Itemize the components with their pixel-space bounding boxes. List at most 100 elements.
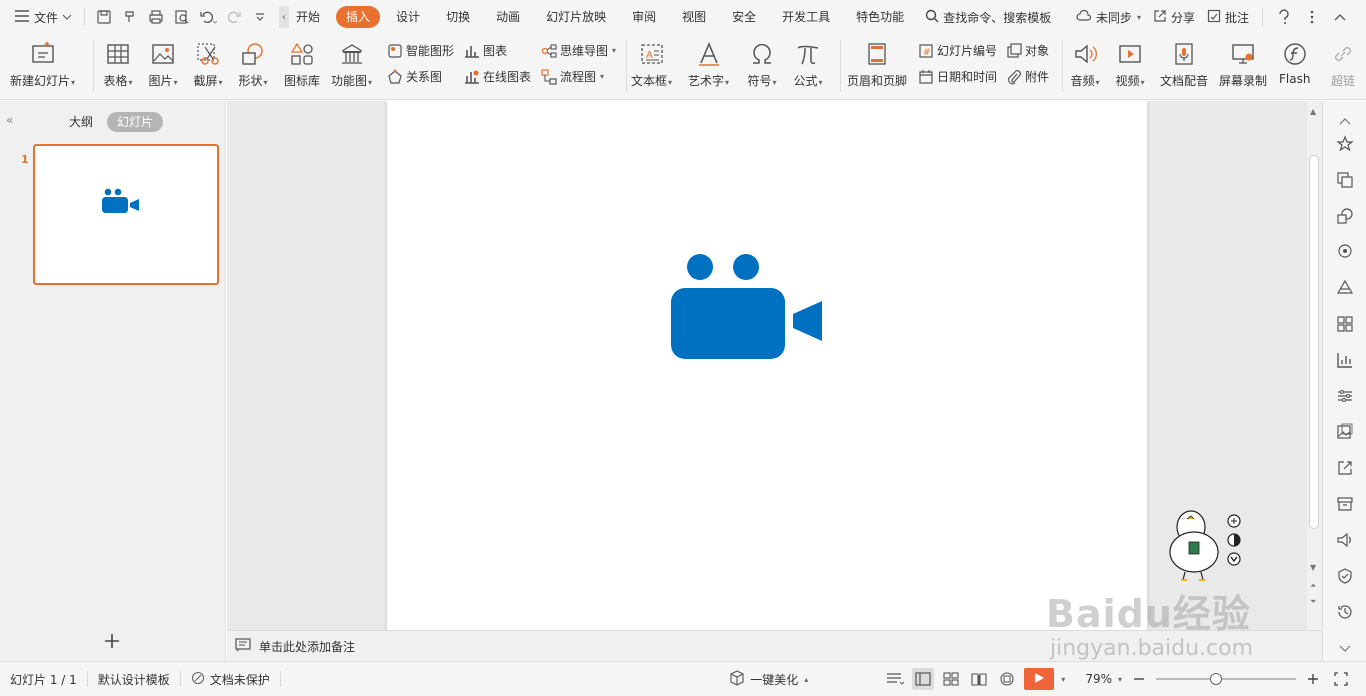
slide-library-icon[interactable] [1335,170,1355,190]
hyperlink-button[interactable]: 超链 [1328,39,1358,89]
file-menu[interactable]: 文件 [0,0,78,34]
image-icon[interactable] [1335,422,1355,442]
scroll-up-icon[interactable] [1335,111,1355,131]
scroll-up-icon[interactable]: ▲ [1310,107,1316,116]
help-icon[interactable] [1272,5,1296,29]
date-time-button[interactable]: 日期和时间 [918,68,997,85]
tab-scroll-left-icon[interactable]: ‹ [279,6,290,28]
vertical-scrollbar[interactable]: ▲ ▼ ⏶ ⏷ [1307,101,1322,630]
tab-animations[interactable]: 动画 [486,6,530,28]
tab-review[interactable]: 审阅 [622,6,666,28]
header-footer-button[interactable]: 页眉和页脚 [847,39,907,89]
slide[interactable] [387,101,1147,630]
video-button[interactable]: 视频▾ [1115,39,1145,89]
slide-sorter-icon[interactable] [940,668,962,690]
design-icon[interactable] [1335,278,1355,298]
tab-developer[interactable]: 开发工具 [772,6,840,28]
screenshot-button[interactable]: 截屏▾ [193,39,223,89]
one-click-beautify-button[interactable]: 一键美化 ▴ [719,669,818,689]
zoom-level[interactable]: 79% ▾ [1085,672,1122,686]
chart-icon[interactable] [1335,350,1355,370]
fit-window-icon[interactable] [1330,668,1352,690]
flowchart-button[interactable]: 流程图 ▾ [541,68,604,85]
audio-button[interactable]: 音频▾ [1070,39,1100,89]
notes-toggle-icon[interactable] [884,668,906,690]
share-icon[interactable] [1335,458,1355,478]
icon-library-button[interactable]: 图标库 [284,39,320,89]
normal-view-icon[interactable] [912,668,935,690]
tab-security[interactable]: 安全 [722,6,766,28]
slide-thumbnail[interactable] [33,144,219,285]
archive-icon[interactable] [1335,494,1355,514]
relation-chart-button[interactable]: 关系图 [387,68,442,85]
properties-icon[interactable] [1335,386,1355,406]
tab-design[interactable]: 设计 [386,6,430,28]
location-icon[interactable] [1335,242,1355,262]
zoom-out-icon[interactable] [1128,668,1150,690]
shield-icon[interactable] [1335,566,1355,586]
save-icon[interactable] [92,5,116,29]
template-name[interactable]: 默认设计模板 [88,671,180,688]
online-chart-button[interactable]: 在线图表 [464,68,531,85]
comment-button[interactable]: 批注 [1202,0,1254,34]
formula-button[interactable]: 公式▾ [793,39,823,89]
star-icon[interactable] [1335,134,1355,154]
tab-home[interactable]: 开始 [294,6,330,28]
symbol-button[interactable]: 符号▾ [747,39,777,89]
chart-button[interactable]: 图表 [464,42,507,59]
tab-transitions[interactable]: 切换 [436,6,480,28]
tab-slides[interactable]: 幻灯片 [107,112,164,132]
screen-record-button[interactable]: 屏幕录制 [1219,39,1267,89]
next-slide-icon[interactable]: ⏷ [1310,597,1316,607]
doc-audio-button[interactable]: 文档配音 [1160,39,1208,89]
scroll-down-icon[interactable] [1335,639,1355,659]
slide-number-button[interactable]: # 幻灯片编号 [918,42,997,59]
shape-button[interactable]: 形状▾ [238,39,268,89]
scrollbar-thumb[interactable] [1309,155,1319,529]
picture-button[interactable]: 图片▾ [148,39,178,89]
command-search[interactable]: 查找命令、搜索模板 [925,9,1051,26]
add-slide-icon[interactable] [100,629,124,653]
quick-access-dropdown-icon[interactable] [248,5,272,29]
smart-art-button[interactable]: 智能图形 [387,42,454,59]
attachment-button[interactable]: 附件 [1006,68,1049,85]
collapse-panel-icon[interactable]: « [6,113,13,127]
print-icon[interactable] [144,5,168,29]
shape-style-icon[interactable] [1335,206,1355,226]
tab-view[interactable]: 视图 [672,6,716,28]
volume-icon[interactable] [1335,530,1355,550]
video-camera-icon[interactable] [387,101,1147,630]
collapse-ribbon-icon[interactable] [1328,5,1352,29]
flash-button[interactable]: Flash [1279,39,1310,86]
zoom-slider-thumb[interactable] [1210,673,1222,685]
tab-outline[interactable]: 大纲 [59,112,103,132]
scroll-down-icon[interactable]: ▼ [1310,563,1316,572]
new-slide-button[interactable]: 新建幻灯片▾ [10,39,75,89]
redo-icon[interactable] [222,5,246,29]
wordart-button[interactable]: 艺术字▾ [688,39,729,89]
function-chart-button[interactable]: 功能图▾ [331,39,372,89]
history-icon[interactable] [1335,602,1355,622]
print-preview-icon[interactable] [170,5,194,29]
mindmap-button[interactable]: 思维导图 ▾ [541,42,616,59]
document-protection[interactable]: 文档未保护 [181,671,280,688]
tab-insert[interactable]: 插入 [336,6,381,28]
reading-view-icon[interactable] [968,668,990,690]
prev-slide-icon[interactable]: ⏶ [1310,581,1316,591]
tab-special-features[interactable]: 特色功能 [846,6,914,28]
more-icon[interactable] [1300,5,1324,29]
textbox-button[interactable]: A 文本框▾ [631,39,672,89]
tab-slideshow[interactable]: 幻灯片放映 [536,6,616,28]
presenter-view-icon[interactable] [996,668,1018,690]
table-button[interactable]: 表格▾ [103,39,133,89]
play-options-caret-icon[interactable]: ▾ [1061,675,1065,684]
format-painter-icon[interactable] [118,5,142,29]
undo-icon[interactable] [196,5,220,29]
zoom-in-icon[interactable] [1302,668,1324,690]
zoom-slider[interactable] [1156,673,1296,685]
share-button[interactable]: 分享 [1148,0,1200,34]
object-button[interactable]: 对象 [1006,42,1049,59]
grid-icon[interactable] [1335,314,1355,334]
play-slideshow-button[interactable] [1024,668,1055,690]
sync-button[interactable]: 未同步 ▾ [1071,0,1146,34]
